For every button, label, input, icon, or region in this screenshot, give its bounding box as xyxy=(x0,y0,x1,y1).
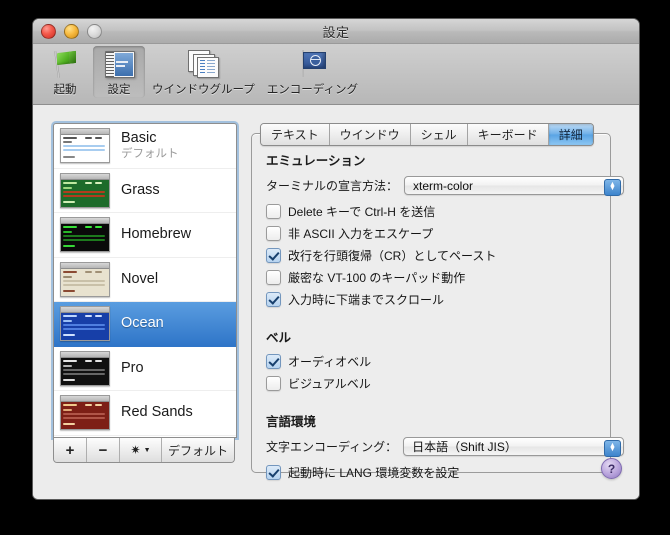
profile-thumbnail-novel xyxy=(60,262,110,297)
green-flag-icon xyxy=(48,48,82,80)
list-item[interactable]: Red Sands xyxy=(54,391,236,436)
stepper-icon[interactable]: ▲ ▼ xyxy=(604,179,621,196)
terminal-declare-select[interactable]: xterm-color ▲ ▼ xyxy=(404,176,624,195)
tab-advanced[interactable]: 詳細 xyxy=(549,124,593,145)
profile-name: Red Sands xyxy=(121,404,193,421)
checkbox-visual-bell-label: ビジュアルベル xyxy=(288,375,371,392)
toolbar-item-settings[interactable]: 設定 xyxy=(93,46,145,98)
checkbox-paste-newline-as-cr[interactable] xyxy=(266,248,281,263)
advanced-tab-content: エミュレーション ターミナルの宣言方法： xterm-color ▲ ▼ xyxy=(266,150,624,481)
checkbox-strict-vt100[interactable] xyxy=(266,270,281,285)
checkbox-audible-bell-label: オーディオベル xyxy=(288,353,371,370)
checkbox-delete-ctrl-h-label: Delete キーで Ctrl-H を送信 xyxy=(288,203,435,220)
add-profile-button[interactable]: + xyxy=(54,438,87,462)
terminal-declare-value: xterm-color xyxy=(413,179,473,193)
remove-profile-button[interactable]: − xyxy=(87,438,120,462)
checkbox-set-lang-on-startup[interactable] xyxy=(266,465,281,480)
checkbox-set-lang-on-startup-label: 起動時に LANG 環境変数を設定 xyxy=(288,464,459,481)
profiles-bottom-bar: + − ✷ ▼ デフォルト xyxy=(53,438,235,463)
profile-thumbnail-red-sands xyxy=(60,395,110,430)
checkbox-row-delete-ctrl-h[interactable]: Delete キーで Ctrl-H を送信 xyxy=(266,203,624,220)
desktop-background: 設定 起動 設定 ウインドウグループ xyxy=(0,0,670,535)
stepper-icon[interactable]: ▲ ▼ xyxy=(604,440,621,457)
profile-thumbnail-basic xyxy=(60,128,110,163)
encoding-value: 日本語（Shift JIS） xyxy=(412,438,517,455)
stepper-down-icon: ▼ xyxy=(609,187,616,191)
profile-thumbnail-ocean xyxy=(60,306,110,341)
profile-thumbnail-pro xyxy=(60,351,110,386)
toolbar-item-window-group-label: ウインドウグループ xyxy=(152,81,255,97)
emulation-section-title: エミュレーション xyxy=(266,150,624,169)
tab-shell[interactable]: シェル xyxy=(411,124,468,145)
list-item[interactable]: Basic デフォルト xyxy=(54,124,236,169)
profiles-panel: Basic デフォルト xyxy=(53,123,235,471)
list-item[interactable]: Grass xyxy=(54,169,236,214)
content-area: Basic デフォルト xyxy=(33,105,639,500)
toolbar-item-startup[interactable]: 起動 xyxy=(39,46,91,98)
list-item[interactable]: Ocean xyxy=(54,302,236,347)
preferences-window: 設定 起動 設定 ウインドウグループ xyxy=(32,18,640,500)
encoding-select[interactable]: 日本語（Shift JIS） ▲ ▼ xyxy=(403,437,624,456)
toolbar-item-encoding-label: エンコーディング xyxy=(267,81,358,97)
language-section-title: 言語環境 xyxy=(266,411,624,430)
checkbox-audible-bell[interactable] xyxy=(266,354,281,369)
checkbox-scroll-on-input-label: 入力時に下端までスクロール xyxy=(288,291,444,308)
list-item[interactable]: Novel xyxy=(54,258,236,303)
tab-text[interactable]: テキスト xyxy=(261,124,330,145)
settings-window-icon xyxy=(102,48,136,80)
profile-actions-button[interactable]: ✷ ▼ xyxy=(120,438,162,462)
toolbar-item-settings-label: 設定 xyxy=(108,81,131,97)
checkbox-row-paste-newline-as-cr[interactable]: 改行を行頭復帰（CR）としてペースト xyxy=(266,247,624,264)
settings-panel: テキスト ウインドウ シェル キーボード 詳細 エミュレーション ターミナルの宣… xyxy=(251,133,611,473)
window-title: 設定 xyxy=(33,22,639,41)
toolbar: 起動 設定 ウインドウグループ エンコーディング xyxy=(33,44,639,105)
window-group-icon xyxy=(186,48,220,80)
checkbox-escape-non-ascii-label: 非 ASCII 入力をエスケープ xyxy=(288,225,433,242)
toolbar-item-window-group[interactable]: ウインドウグループ xyxy=(147,46,260,98)
checkbox-row-set-lang-on-startup[interactable]: 起動時に LANG 環境変数を設定 xyxy=(266,464,624,481)
profile-name: Novel xyxy=(121,271,158,288)
gear-icon: ✷ xyxy=(131,443,141,457)
checkbox-row-strict-vt100[interactable]: 厳密な VT-100 のキーパッド動作 xyxy=(266,269,624,286)
tab-window[interactable]: ウインドウ xyxy=(330,124,411,145)
toolbar-item-encoding[interactable]: エンコーディング xyxy=(262,46,363,98)
profile-subtitle: デフォルト xyxy=(121,148,179,162)
tab-bar: テキスト ウインドウ シェル キーボード 詳細 xyxy=(260,123,594,146)
profile-thumbnail-grass xyxy=(60,173,110,208)
checkbox-row-audible-bell[interactable]: オーディオベル xyxy=(266,353,624,370)
encoding-row: 文字エンコーディング： 日本語（Shift JIS） ▲ ▼ xyxy=(266,437,624,456)
checkbox-row-escape-non-ascii[interactable]: 非 ASCII 入力をエスケープ xyxy=(266,225,624,242)
bell-section-title: ベル xyxy=(266,327,624,346)
help-button[interactable]: ? xyxy=(601,458,622,479)
list-item[interactable]: Pro xyxy=(54,347,236,392)
window-titlebar[interactable]: 設定 xyxy=(33,19,639,44)
terminal-declare-label: ターミナルの宣言方法： xyxy=(266,177,398,194)
profile-thumbnail-homebrew xyxy=(60,217,110,252)
checkbox-visual-bell[interactable] xyxy=(266,376,281,391)
un-flag-icon xyxy=(295,48,329,80)
encoding-label: 文字エンコーディング： xyxy=(266,438,397,455)
profiles-list[interactable]: Basic デフォルト xyxy=(53,123,237,438)
profile-name: Ocean xyxy=(121,315,164,332)
checkbox-paste-newline-as-cr-label: 改行を行頭復帰（CR）としてペースト xyxy=(288,247,496,264)
profile-name: Grass xyxy=(121,182,160,199)
checkbox-strict-vt100-label: 厳密な VT-100 のキーパッド動作 xyxy=(288,269,465,286)
toolbar-item-startup-label: 起動 xyxy=(54,81,77,97)
set-default-button[interactable]: デフォルト xyxy=(162,438,234,462)
profile-name: Basic xyxy=(121,130,179,147)
tab-keyboard[interactable]: キーボード xyxy=(468,124,549,145)
checkbox-delete-ctrl-h[interactable] xyxy=(266,204,281,219)
stepper-down-icon: ▼ xyxy=(609,448,616,452)
profile-name: Homebrew xyxy=(121,226,191,243)
terminal-declare-row: ターミナルの宣言方法： xterm-color ▲ ▼ xyxy=(266,176,624,195)
checkbox-row-scroll-on-input[interactable]: 入力時に下端までスクロール xyxy=(266,291,624,308)
checkbox-scroll-on-input[interactable] xyxy=(266,292,281,307)
chevron-down-icon: ▼ xyxy=(144,447,151,454)
checkbox-escape-non-ascii[interactable] xyxy=(266,226,281,241)
profile-name: Pro xyxy=(121,360,144,377)
list-item[interactable]: Homebrew xyxy=(54,213,236,258)
checkbox-row-visual-bell[interactable]: ビジュアルベル xyxy=(266,375,624,392)
